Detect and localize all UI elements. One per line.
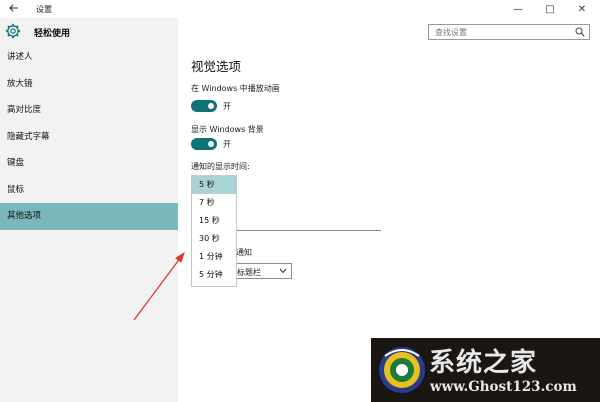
- notify-time-label: 通知的显示时间:: [191, 162, 250, 171]
- watermark-url: www.Ghost123.com: [430, 379, 577, 395]
- dropdown-option-15s[interactable]: 15 秒: [192, 212, 236, 230]
- sidebar-nav: 讲述人 放大镜 高对比度 隐藏式字幕 键盘 鼠标 其他选项: [0, 44, 178, 230]
- sidebar-item-other-options[interactable]: 其他选项: [0, 203, 178, 230]
- close-button[interactable]: ✕: [568, 0, 596, 18]
- chevron-down-icon: [279, 268, 287, 274]
- select-value: 标题栏: [237, 268, 261, 277]
- back-arrow-icon[interactable]: [8, 2, 20, 14]
- animations-toggle-state: 开: [223, 102, 231, 111]
- dropdown-option-1min[interactable]: 1 分钟: [192, 248, 236, 266]
- sidebar-item-mouse[interactable]: 鼠标: [0, 177, 178, 204]
- notification-partial-label: 通知: [236, 248, 252, 257]
- dropdown-option-7s[interactable]: 7 秒: [192, 194, 236, 212]
- animations-toggle[interactable]: [191, 100, 217, 112]
- watermark-logo: 系统之家 www.Ghost123.com: [371, 338, 600, 402]
- app-header: 轻松使用: [0, 18, 178, 46]
- watermark-title: 系统之家: [429, 348, 538, 378]
- sidebar-item-narrator[interactable]: 讲述人: [0, 44, 178, 71]
- sidebar-item-closed-captions[interactable]: 隐藏式字幕: [0, 124, 178, 151]
- dropdown-option-5s[interactable]: 5 秒: [192, 176, 236, 194]
- animations-label: 在 Windows 中播放动画: [191, 84, 280, 93]
- sidebar-item-keyboard[interactable]: 键盘: [0, 150, 178, 177]
- search-icon[interactable]: [575, 27, 585, 37]
- sidebar-item-magnifier[interactable]: 放大镜: [0, 71, 178, 98]
- sidebar-item-high-contrast[interactable]: 高对比度: [0, 97, 178, 124]
- notify-time-dropdown: 5 秒 7 秒 15 秒 30 秒 1 分钟 5 分钟: [191, 175, 237, 287]
- maximize-button[interactable]: □: [536, 0, 564, 18]
- window-title: 设置: [36, 5, 52, 14]
- search-placeholder: 查找设置: [435, 28, 467, 37]
- page-title: 视觉选项: [191, 59, 242, 74]
- minimize-button[interactable]: —: [504, 0, 532, 18]
- search-input[interactable]: 查找设置: [428, 24, 590, 40]
- dropdown-option-5min[interactable]: 5 分钟: [192, 266, 236, 284]
- app-name: 轻松使用: [34, 29, 71, 39]
- sidebar: 轻松使用 讲述人 放大镜 高对比度 隐藏式字幕 键盘 鼠标 其他选项: [0, 18, 178, 402]
- cursor-thickness-select[interactable]: 标题栏: [228, 263, 292, 279]
- dropdown-option-30s[interactable]: 30 秒: [192, 230, 236, 248]
- ghost-logo-icon: [379, 347, 425, 393]
- title-bar: 设置 — □ ✕: [0, 0, 600, 18]
- background-toggle[interactable]: [191, 138, 217, 150]
- background-label: 显示 Windows 背景: [191, 125, 264, 134]
- gear-icon: [5, 23, 21, 39]
- background-toggle-state: 开: [223, 140, 231, 149]
